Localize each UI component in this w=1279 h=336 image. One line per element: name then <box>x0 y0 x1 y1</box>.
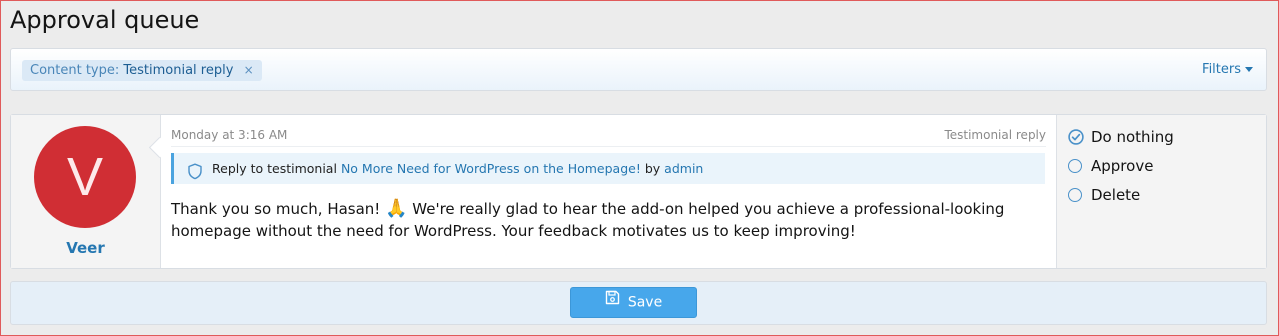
praying-hands-emoji: 🙏 <box>385 198 408 219</box>
username-link[interactable]: Veer <box>11 239 160 257</box>
author-link[interactable]: admin <box>664 161 703 176</box>
filters-menu-label: Filters <box>1202 62 1241 77</box>
reply-prefix: Reply to testimonial <box>212 161 337 176</box>
radio-icon[interactable] <box>1068 188 1082 202</box>
caret-down-icon <box>1245 67 1253 72</box>
message-body: Thank you so much, Hasan! 🙏 We're really… <box>171 198 1051 242</box>
save-button[interactable]: Save <box>570 287 697 318</box>
checked-radio-icon[interactable] <box>1068 129 1084 149</box>
radio-icon[interactable] <box>1068 159 1082 173</box>
user-column: V Veer <box>11 115 161 268</box>
option-label: Delete <box>1091 186 1141 204</box>
close-icon[interactable]: × <box>244 63 254 77</box>
option-label: Approve <box>1091 157 1154 175</box>
option-label: Do nothing <box>1091 128 1174 146</box>
filters-menu-button[interactable]: Filters <box>1202 62 1253 77</box>
reply-context: Reply to testimonial No More Need for Wo… <box>171 153 1045 184</box>
action-column: Do nothing Approve Delete <box>1057 115 1266 268</box>
shield-icon <box>187 160 203 191</box>
message-text-start: Thank you so much, Hasan! <box>171 200 386 218</box>
message-column: Monday at 3:16 AM Testimonial reply Repl… <box>161 115 1057 268</box>
floppy-disk-icon <box>605 287 620 316</box>
filter-bar: Content type: Testimonial reply × Filter… <box>10 48 1267 91</box>
page-title: Approval queue <box>10 6 200 34</box>
save-label: Save <box>627 294 663 311</box>
content-type-label: Testimonial reply <box>944 128 1046 142</box>
form-submit-bar: Save <box>10 281 1267 325</box>
approval-item: V Veer Monday at 3:16 AM Testimonial rep… <box>10 114 1267 269</box>
message-date[interactable]: Monday at 3:16 AM <box>171 128 287 142</box>
filter-chip-content-type[interactable]: Content type: Testimonial reply × <box>22 60 262 81</box>
testimonial-link[interactable]: No More Need for WordPress on the Homepa… <box>341 161 641 176</box>
reply-by: by <box>644 161 661 176</box>
filter-chip-value: Testimonial reply <box>123 63 234 78</box>
filter-chip-key: Content type: <box>30 63 120 78</box>
divider <box>171 146 1046 147</box>
avatar[interactable]: V <box>34 126 136 228</box>
